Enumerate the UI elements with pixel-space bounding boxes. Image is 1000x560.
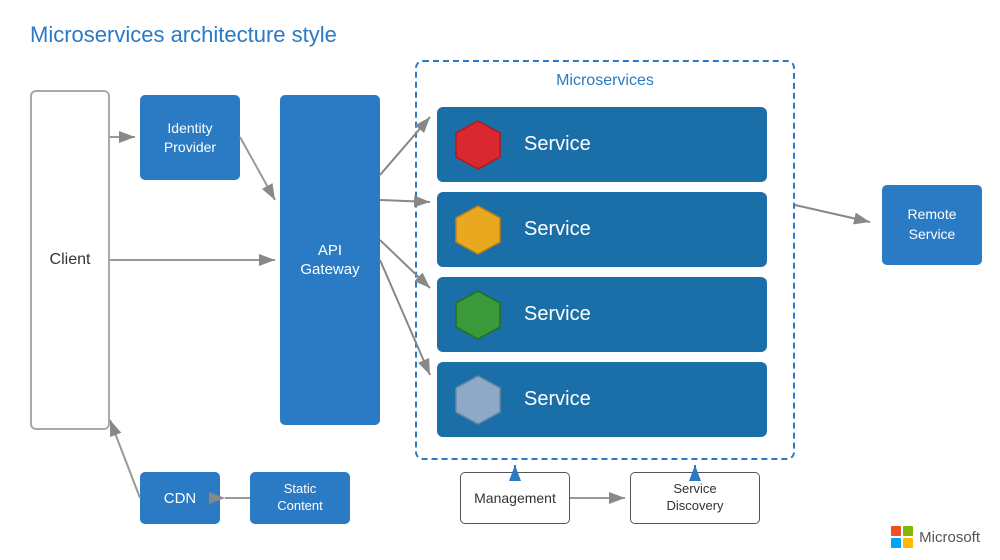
service-label-3: Service [524, 303, 591, 326]
service-label-4: Service [524, 388, 591, 411]
service-label-2: Service [524, 218, 591, 241]
cdn-box: CDN [140, 472, 220, 524]
microsoft-label: Microsoft [919, 529, 980, 546]
microservices-container: Microservices Service Service Service Se… [415, 60, 795, 460]
service-discovery-label: ServiceDiscovery [666, 481, 723, 515]
service-row-1: Service [437, 107, 767, 182]
management-label: Management [474, 490, 556, 506]
management-box: Management [460, 472, 570, 524]
microsoft-logo: Microsoft [891, 526, 980, 548]
remote-service-label: RemoteService [907, 205, 956, 244]
hex-green [452, 289, 504, 341]
remote-service-box: RemoteService [882, 185, 982, 265]
api-gateway-label: APIGateway [300, 241, 359, 280]
static-content-label: StaticContent [277, 481, 323, 515]
hex-blue-gray [452, 374, 504, 426]
api-gateway-box: APIGateway [280, 95, 380, 425]
page-title: Microservices architecture style [30, 22, 337, 48]
service-row-3: Service [437, 277, 767, 352]
client-label: Client [50, 251, 91, 269]
microservices-label: Microservices [417, 72, 793, 90]
service-row-4: Service [437, 362, 767, 437]
cdn-label: CDN [164, 490, 197, 507]
ms-square-blue [891, 538, 901, 548]
ms-square-red [891, 526, 901, 536]
static-content-box: StaticContent [250, 472, 350, 524]
ms-square-yellow [903, 538, 913, 548]
ms-square-green [903, 526, 913, 536]
microsoft-squares [891, 526, 913, 548]
service-row-2: Service [437, 192, 767, 267]
service-label-1: Service [524, 133, 591, 156]
client-box: Client [30, 90, 110, 430]
service-discovery-box: ServiceDiscovery [630, 472, 760, 524]
identity-provider-label: IdentityProvider [164, 119, 216, 155]
hex-yellow [452, 204, 504, 256]
identity-provider-box: IdentityProvider [140, 95, 240, 180]
hex-red [452, 119, 504, 171]
